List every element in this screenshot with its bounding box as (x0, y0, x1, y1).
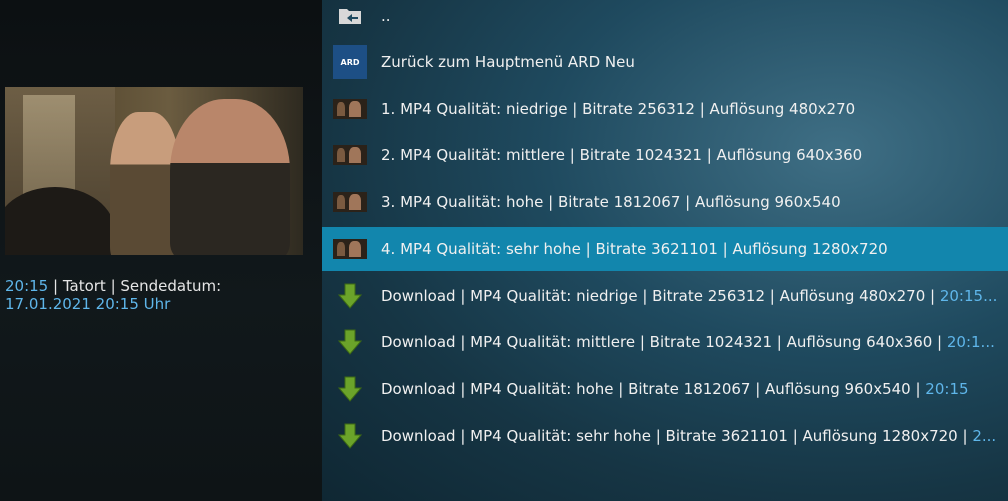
download-arrow-icon (333, 279, 367, 313)
list-item-quality-1[interactable]: 1. MP4 Qualität: niedrige | Bitrate 2563… (322, 87, 1008, 131)
list-item-label: .. (381, 7, 391, 25)
list-item-label: Download | MP4 Qualität: mittlere | Bitr… (381, 333, 995, 351)
list-item-label: 3. MP4 Qualität: hohe | Bitrate 1812067 … (381, 193, 841, 211)
file-list: .. ARD Zurück zum Hauptmenü ARD Neu 1. M… (322, 0, 1008, 501)
video-thumbnail (5, 87, 303, 255)
list-item-download-1[interactable]: Download | MP4 Qualität: niedrige | Bitr… (322, 274, 1008, 318)
broadcast-info: 20:15 | Tatort | Sendedatum: 17.01.2021 … (5, 277, 305, 313)
download-arrow-icon (333, 325, 367, 359)
list-item-parent[interactable]: .. (322, 0, 1008, 38)
list-item-label: Download | MP4 Qualität: niedrige | Bitr… (381, 287, 998, 305)
broadcast-title: | Tatort | Sendedatum: (48, 277, 222, 295)
folder-back-icon (333, 0, 367, 33)
download-arrow-icon (333, 419, 367, 453)
list-item-label: 2. MP4 Qualität: mittlere | Bitrate 1024… (381, 146, 863, 164)
ard-logo-icon: ARD (333, 45, 367, 79)
video-thumbnail-icon (333, 185, 367, 219)
list-item-quality-2[interactable]: 2. MP4 Qualität: mittlere | Bitrate 1024… (322, 133, 1008, 177)
list-item-quality-3[interactable]: 3. MP4 Qualität: hohe | Bitrate 1812067 … (322, 180, 1008, 224)
list-item-label: 1. MP4 Qualität: niedrige | Bitrate 2563… (381, 100, 856, 118)
download-arrow-icon (333, 372, 367, 406)
list-item-label: Download | MP4 Qualität: sehr hohe | Bit… (381, 427, 997, 445)
list-item-quality-4[interactable]: 4. MP4 Qualität: sehr hohe | Bitrate 362… (322, 227, 1008, 271)
list-item-label: Zurück zum Hauptmenü ARD Neu (381, 53, 635, 71)
list-item-main-menu[interactable]: ARD Zurück zum Hauptmenü ARD Neu (322, 40, 1008, 84)
broadcast-time: 20:15 (5, 277, 49, 295)
list-item-download-2[interactable]: Download | MP4 Qualität: mittlere | Bitr… (322, 320, 1008, 364)
list-item-download-4[interactable]: Download | MP4 Qualität: sehr hohe | Bit… (322, 414, 1008, 458)
broadcast-date: 17.01.2021 20:15 Uhr (5, 295, 171, 313)
video-thumbnail-icon (333, 92, 367, 126)
list-item-label: Download | MP4 Qualität: hohe | Bitrate … (381, 380, 969, 398)
list-item-label: 4. MP4 Qualität: sehr hohe | Bitrate 362… (381, 240, 888, 258)
info-panel: 20:15 | Tatort | Sendedatum: 17.01.2021 … (0, 0, 322, 501)
list-item-download-3[interactable]: Download | MP4 Qualität: hohe | Bitrate … (322, 367, 1008, 411)
video-thumbnail-icon (333, 232, 367, 266)
video-thumbnail-icon (333, 138, 367, 172)
